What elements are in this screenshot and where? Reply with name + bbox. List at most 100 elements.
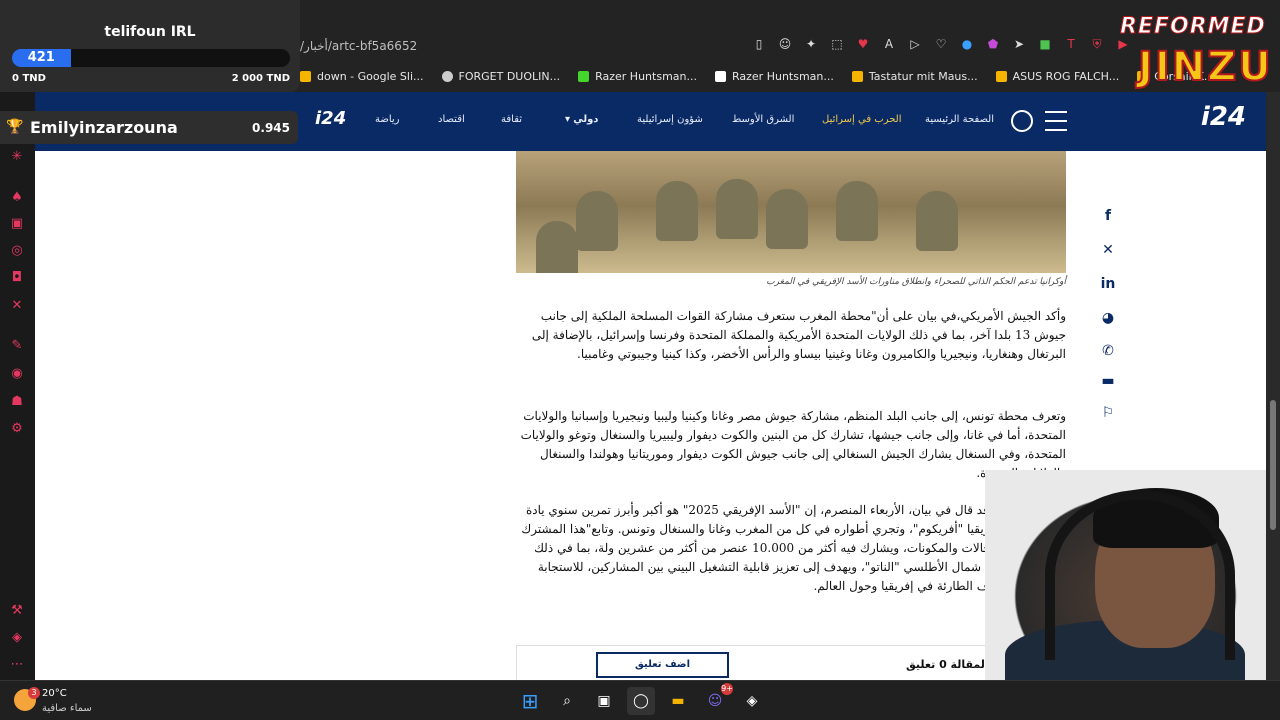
opera-gx-icon[interactable]: ◯ bbox=[627, 687, 655, 715]
streamer-brand-logo: REFORMED JINZU bbox=[1120, 14, 1272, 92]
settings-icon[interactable]: ⚙ bbox=[9, 421, 25, 437]
extension-shield-icon[interactable]: ⬟ bbox=[986, 37, 1000, 51]
sidebar-arc-icon[interactable]: ♠ bbox=[9, 190, 25, 206]
extension-guard-icon[interactable]: ⛨ bbox=[1090, 37, 1104, 51]
donor-name: Emilyinzarzouna bbox=[30, 118, 178, 137]
donor-amount: 0.945 bbox=[252, 121, 290, 135]
whatsapp-icon[interactable]: ✆ bbox=[1100, 343, 1116, 359]
x-icon[interactable]: ✕ bbox=[1100, 242, 1116, 258]
pocket-icon[interactable]: ♥ bbox=[856, 37, 870, 51]
nav-item-culture[interactable]: ثقافة bbox=[501, 114, 522, 125]
goal-title: telifoun IRL bbox=[104, 24, 196, 40]
bookmark-favicon-icon bbox=[995, 70, 1007, 82]
extension-tp-icon[interactable]: T bbox=[1064, 37, 1078, 51]
x-icon[interactable]: ✕ bbox=[9, 298, 25, 314]
comment-icon[interactable]: ▬ bbox=[1100, 373, 1116, 389]
bookmark-label: ASUS ROG FALCH... bbox=[1012, 69, 1120, 83]
scrollbar-track[interactable] bbox=[1266, 92, 1280, 680]
facebook-icon[interactable]: f bbox=[1100, 208, 1116, 224]
app-icon[interactable]: ◈ bbox=[738, 687, 766, 715]
bookmark-icon[interactable]: ⚐ bbox=[1100, 405, 1116, 421]
bookmark-favicon-icon bbox=[300, 70, 311, 82]
screenshot-icon[interactable]: ⬚ bbox=[830, 37, 844, 51]
bookmark-label: down - Google Sli... bbox=[317, 69, 424, 83]
bookmark-favicon-icon bbox=[578, 70, 590, 82]
discord-icon[interactable]: ☺ 9+ bbox=[701, 683, 733, 715]
more-icon[interactable]: ⋯ bbox=[9, 657, 25, 673]
site-logo[interactable]: i24 bbox=[1201, 102, 1246, 132]
favorite-icon[interactable]: ♡ bbox=[934, 37, 948, 51]
task-view-icon[interactable]: ▣ bbox=[590, 687, 618, 715]
sidebar-app-icon[interactable]: ✳ bbox=[9, 149, 25, 165]
brush-icon[interactable]: ✎ bbox=[9, 338, 25, 354]
address-text[interactable]: /أخبار/artc-bf5a6652 bbox=[300, 39, 417, 53]
bookmark-item[interactable]: Razer Huntsman... bbox=[578, 70, 697, 83]
site-logo-small[interactable]: i24 bbox=[315, 108, 346, 129]
messenger-icon[interactable]: ◎ bbox=[9, 243, 25, 259]
article-paragraph: وتعرف محطة تونس، إلى جانب البلد المنظم، … bbox=[520, 409, 1066, 480]
browser-sidebar: ✳ ♠ ▣ ◎ ◘ ✕ ✎ ◉ ☗ ⚙ ⚒ ◈ ⋯ bbox=[0, 92, 35, 680]
weather-temp: 20°C bbox=[42, 688, 67, 699]
bookmark-label: Razer Huntsman... bbox=[595, 69, 697, 83]
article-paragraph: وأكد الجيش الأمريكي،في بيان على أن"محطة … bbox=[531, 309, 1066, 361]
bookmark-label: FORGET DUOLIN... bbox=[458, 69, 561, 83]
translate-icon[interactable]: A bbox=[882, 37, 896, 51]
article-paragraph: جيش الأمريكي قد قال في بيان، الأربعاء ال… bbox=[521, 503, 1066, 593]
nav-item-israeli-affairs[interactable]: شؤون إسرائيلية bbox=[637, 114, 703, 125]
nav-item-sports[interactable]: رياضة bbox=[375, 114, 400, 125]
nav-item-international[interactable]: ▾ دولي bbox=[565, 114, 598, 125]
menu-icon[interactable] bbox=[1045, 111, 1067, 131]
trophy-icon: 🏆 bbox=[6, 119, 24, 135]
comments-section: اضف تعليق تلقت هذه المقالة 0 تعليق bbox=[516, 645, 1066, 685]
top-donor-widget: 🏆 Emilyinzarzouna 0.945 bbox=[0, 111, 298, 144]
bookmark-item[interactable]: FORGET DUOLIN... bbox=[441, 69, 561, 83]
bookmarks-bar: down - Google Sli... FORGET DUOLIN... Ra… bbox=[300, 66, 1214, 86]
goal-max-label: 2 000 TND bbox=[231, 73, 290, 84]
bookmark-favicon-icon bbox=[441, 70, 453, 82]
bookmark-label: Razer Huntsman... bbox=[732, 69, 834, 83]
pin-icon[interactable]: ✦ bbox=[804, 37, 818, 51]
file-explorer-icon[interactable]: ▬ bbox=[664, 687, 692, 715]
image-caption: أوكرانيا تدعم الحكم الذاتي للصحراء وانطل… bbox=[766, 277, 1066, 287]
extension-green-icon[interactable]: ■ bbox=[1038, 37, 1052, 51]
bookmark-item[interactable]: Tastatur mit Maus... bbox=[851, 69, 978, 83]
nav-item-middle-east[interactable]: الشرق الأوسط bbox=[732, 114, 794, 125]
search-icon[interactable] bbox=[1011, 110, 1033, 132]
extension-arrow-icon[interactable]: ➤ bbox=[1012, 37, 1026, 51]
robot-icon[interactable]: ☗ bbox=[9, 394, 25, 410]
add-comment-label: اضف تعليق bbox=[634, 659, 691, 670]
instagram-icon[interactable]: ◘ bbox=[9, 270, 25, 286]
start-icon[interactable]: ⊞ bbox=[516, 687, 544, 715]
extension-blue-icon[interactable]: ● bbox=[960, 37, 974, 51]
bookmark-label: Tastatur mit Maus... bbox=[868, 69, 978, 83]
windows-taskbar: 3 20°C سماء صافية ⊞ ⌕ ▣ ◯ ▬ ☺ 9+ ◈ bbox=[0, 680, 1280, 720]
shortcut-icon[interactable]: ⚒ bbox=[9, 603, 25, 619]
weather-desc: سماء صافية bbox=[42, 703, 92, 714]
twitch-icon[interactable]: ▣ bbox=[9, 216, 25, 232]
bookmark-favicon-icon bbox=[715, 70, 726, 82]
browser-toolbar: ▯ ☺ ✦ ⬚ ♥ A ▷ ♡ ● ⬟ ➤ ■ T ⛨ ▶ bbox=[752, 37, 1130, 51]
add-comment-button[interactable]: اضف تعليق bbox=[596, 652, 729, 678]
send-icon[interactable]: ▷ bbox=[908, 37, 922, 51]
brand-line1: REFORMED bbox=[1120, 14, 1266, 40]
reddit-icon[interactable]: ◕ bbox=[1100, 310, 1116, 326]
goal-min-label: 0 TND bbox=[12, 73, 46, 84]
bookmark-item[interactable]: ASUS ROG FALCH... bbox=[995, 69, 1120, 83]
chevron-down-icon: ▾ bbox=[565, 114, 574, 125]
nav-item-war-in-israel[interactable]: الحرب في إسرائيل bbox=[822, 114, 902, 125]
nav-item-economy[interactable]: اقتصاد bbox=[438, 114, 465, 125]
linkedin-icon[interactable]: in bbox=[1100, 276, 1116, 292]
emoji-icon[interactable]: ☺ bbox=[778, 37, 792, 51]
weather-widget[interactable]: 3 20°C سماء صافية bbox=[14, 685, 124, 717]
gx-icon[interactable]: ◈ bbox=[9, 630, 25, 646]
bookmark-item[interactable]: Razer Huntsman... bbox=[715, 70, 834, 83]
search-icon[interactable]: ⌕ bbox=[553, 687, 581, 715]
bookmark-item[interactable]: down - Google Sli... bbox=[300, 70, 424, 83]
nav-item-home[interactable]: الصفحة الرئيسية bbox=[925, 114, 994, 125]
scrollbar-thumb[interactable] bbox=[1270, 400, 1276, 530]
reader-icon[interactable]: ▯ bbox=[752, 37, 766, 51]
goal-current-value: 421 bbox=[12, 49, 71, 67]
bookmark-favicon-icon bbox=[851, 70, 863, 82]
vpn-icon[interactable]: ◉ bbox=[9, 366, 25, 382]
goal-current-text: 421 bbox=[27, 50, 55, 65]
